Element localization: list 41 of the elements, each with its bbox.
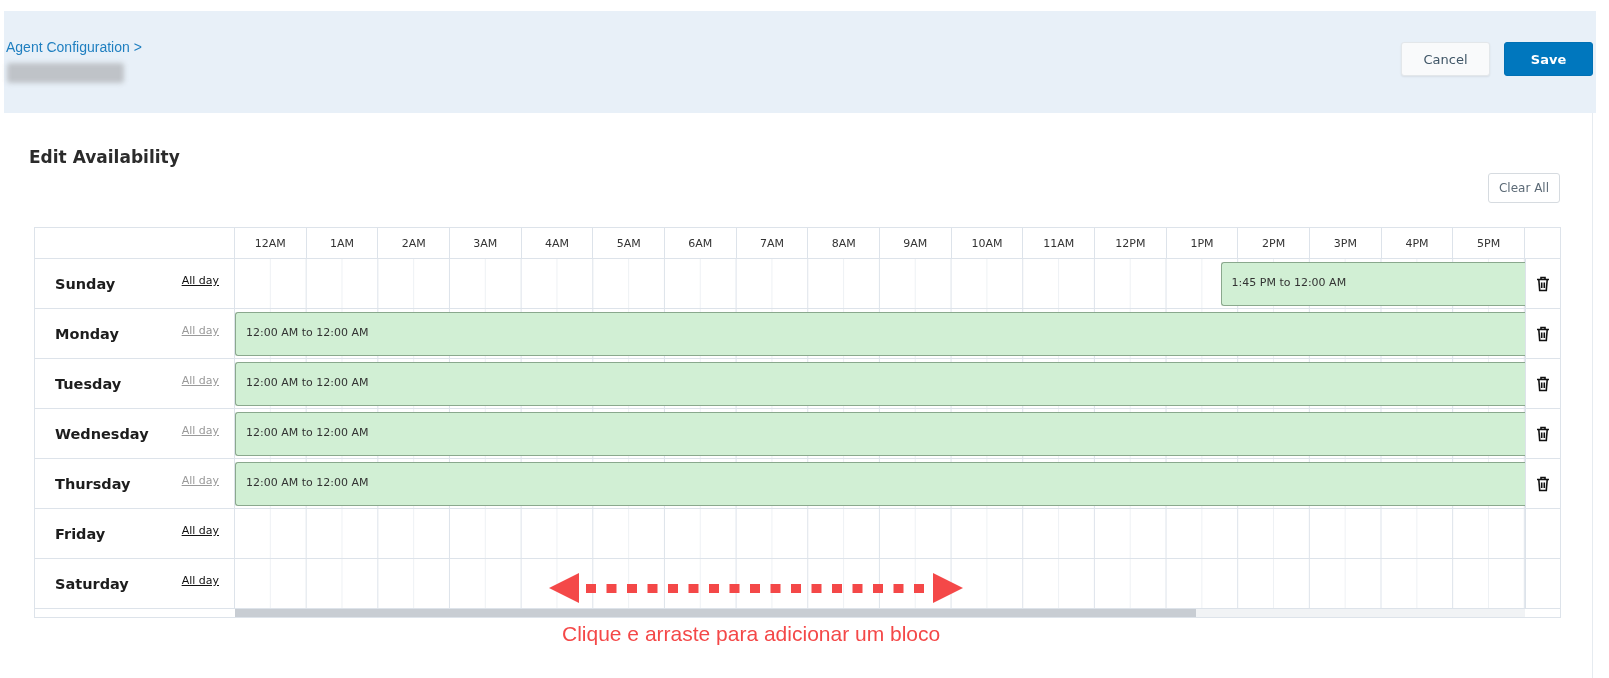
- breadcrumb-link[interactable]: Agent Configuration >: [6, 39, 142, 55]
- section-title: Edit Availability: [29, 146, 181, 168]
- hour-label: 12PM: [1095, 228, 1167, 258]
- hour-label: 2PM: [1238, 228, 1310, 258]
- hour-label: 1PM: [1166, 228, 1239, 258]
- hour-label: 11AM: [1023, 228, 1095, 258]
- day-label: Tuesday: [55, 375, 122, 392]
- day-label: Saturday: [55, 575, 129, 592]
- hour-label: 3AM: [450, 228, 522, 258]
- all-day-link[interactable]: All day: [181, 574, 219, 587]
- hour-label: 2AM: [378, 228, 450, 258]
- instruction-note: Clique e arraste para adicionar um bloco: [562, 622, 942, 646]
- trash-icon[interactable]: [1536, 425, 1550, 442]
- trash-icon[interactable]: [1536, 375, 1550, 392]
- hour-label: 3PM: [1310, 228, 1382, 258]
- hour-label: 10AM: [951, 228, 1024, 258]
- hour-label: 7AM: [736, 228, 809, 258]
- day-label: Wednesday: [55, 425, 149, 442]
- trash-icon[interactable]: [1536, 475, 1550, 492]
- trash-icon[interactable]: [1536, 325, 1550, 342]
- hour-label: 4AM: [521, 228, 594, 258]
- clear-all-button[interactable]: Clear All: [1488, 173, 1560, 203]
- trash-icon[interactable]: [1536, 275, 1550, 292]
- hour-label: 9AM: [880, 228, 952, 258]
- hour-label: 5AM: [593, 228, 665, 258]
- day-label: Sunday: [55, 275, 116, 292]
- hour-label: 6AM: [665, 228, 737, 258]
- day-label: Monday: [55, 325, 119, 342]
- hour-label: 4PM: [1381, 228, 1454, 258]
- all-day-link[interactable]: All day: [181, 274, 219, 287]
- cancel-button[interactable]: Cancel: [1401, 42, 1490, 76]
- save-button[interactable]: Save: [1504, 42, 1593, 76]
- availability-block[interactable]: 1:45 PM to 12:00 AM: [1220, 262, 1525, 306]
- hour-label: 8AM: [808, 228, 880, 258]
- hour-label: 12AM: [235, 228, 307, 258]
- day-label: Thursday: [55, 475, 131, 492]
- all-day-link[interactable]: All day: [181, 524, 219, 537]
- hour-label: 1AM: [306, 228, 379, 258]
- day-label: Friday: [55, 525, 106, 542]
- hour-label: 5PM: [1453, 228, 1525, 258]
- horizontal-scrollbar[interactable]: [235, 609, 1525, 617]
